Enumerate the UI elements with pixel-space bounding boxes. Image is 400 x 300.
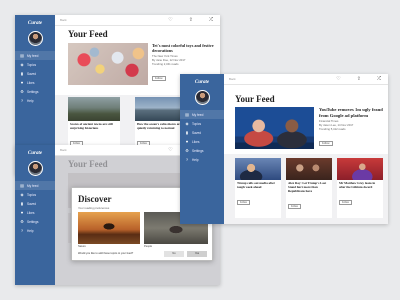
article-image [68, 97, 120, 121]
follow-button[interactable]: Follow [288, 203, 301, 209]
sidebar-nav: ▤ My feed ◈ Topics ▮ Saved ♥ Likes ⚙ Settings… [15, 51, 55, 105]
sidebar-item-my-feed[interactable]: ▤ My feed [15, 51, 55, 60]
bookmark-icon: ▮ [20, 200, 24, 206]
back-button[interactable]: Back [60, 18, 67, 22]
sidebar-item-my-feed[interactable]: ▤ My feed [15, 181, 55, 190]
share-icon[interactable]: ⇪ [189, 17, 193, 23]
sidebar-nav: ▤ My feed ◈ Topics ▮ Saved ♥ Likes ⚙ Settings… [15, 181, 55, 235]
bookmark-icon: ▮ [20, 70, 24, 76]
heart-icon: ♥ [20, 209, 24, 215]
sidebar-item-likes[interactable]: ♥ Likes [15, 208, 55, 217]
lead-meta: The New York Times By Jane Doe, 12 Nov 2… [152, 54, 186, 66]
heart-icon[interactable]: ♡ [168, 17, 172, 23]
article-image [337, 158, 383, 180]
gear-icon: ⚙ [20, 218, 24, 224]
sidebar-item-saved[interactable]: ▮ Saved [15, 69, 55, 78]
sidebar-item-topics[interactable]: ◈ Topics [15, 60, 55, 69]
article-card[interactable]: Mr Matthew Grey leans in after the Lithi… [337, 158, 383, 218]
heart-icon[interactable]: ♡ [168, 147, 172, 153]
yes-button[interactable]: Yes [187, 251, 207, 257]
toolbar: Back ♡ ⇪ ⤮ [224, 74, 388, 85]
brand-logo: Curate [194, 80, 210, 85]
toolbar: Back ♡ ⇪ ⤮ [55, 15, 220, 26]
help-icon: ? [20, 97, 24, 103]
topics-icon: ◈ [20, 61, 24, 67]
avatar[interactable] [194, 90, 210, 105]
sidebar-item-topics[interactable]: ◈ Topics [180, 119, 224, 128]
sidebar-item-settings[interactable]: ⚙ Settings [180, 146, 224, 155]
bookmark-icon: ▮ [185, 129, 189, 135]
page-title: Your Feed [68, 29, 108, 39]
topics-icon: ◈ [20, 191, 24, 197]
sidebar-item-likes[interactable]: ♥ Likes [15, 78, 55, 87]
sidebar-item-settings[interactable]: ⚙ Settings [15, 217, 55, 226]
shuffle-icon[interactable]: ⤮ [209, 17, 213, 23]
help-icon: ? [185, 156, 189, 162]
article-image [286, 158, 332, 180]
follow-button[interactable]: Follow [152, 76, 166, 82]
lead-meta: Financial Times By Jason Lee, 14 Nov 201… [319, 119, 354, 131]
share-icon[interactable]: ⇪ [357, 76, 361, 82]
topics-icon: ◈ [185, 120, 189, 126]
dialog-subtitle: Your reading preferences [78, 206, 110, 210]
avatar[interactable] [27, 31, 43, 46]
lead-headline[interactable]: Tet's most colorful toys and festive dec… [152, 43, 216, 53]
topic-card[interactable] [78, 212, 140, 244]
app-window-feed-news: Curate ▤ My feed ◈ Topics ▮ Saved ♥ Likes ⚙ S… [180, 74, 388, 224]
shuffle-icon[interactable]: ⤮ [377, 76, 381, 82]
sidebar-item-my-feed[interactable]: ▤ My feed [180, 110, 224, 119]
follow-button[interactable]: Follow [339, 199, 352, 205]
article-image [235, 158, 281, 180]
dialog-prompt: Would you like to add these topics to yo… [78, 252, 134, 255]
sidebar-item-help[interactable]: ? Help [180, 155, 224, 164]
feed-icon: ▤ [20, 52, 24, 58]
gear-icon: ⚙ [20, 88, 24, 94]
article-card[interactable]: Alex Ray: Let Trump's Last Stand hurt mo… [286, 158, 332, 218]
heart-icon[interactable]: ♡ [336, 76, 340, 82]
sidebar-item-help[interactable]: ? Help [15, 96, 55, 105]
page-title: Your Feed [235, 94, 275, 104]
feed-icon: ▤ [185, 111, 189, 117]
sidebar-item-help[interactable]: ? Help [15, 226, 55, 235]
lead-article-image[interactable] [235, 107, 314, 149]
back-button[interactable]: Back [229, 77, 236, 81]
topic-label: Nature [78, 245, 86, 248]
sidebar-item-saved[interactable]: ▮ Saved [15, 199, 55, 208]
follow-button[interactable]: Follow [237, 199, 250, 205]
sidebar: Curate ▤ My feed ◈ Topics ▮ Saved ♥ Likes ⚙ S… [180, 74, 224, 224]
sidebar-item-topics[interactable]: ◈ Topics [15, 190, 55, 199]
heart-icon: ♥ [185, 138, 189, 144]
lead-article-text[interactable]: YouTube removes 1m ugly fraud from Googl… [319, 107, 385, 149]
sidebar: Curate ▤ My feed ◈ Topics ▮ Saved ♥ Likes ⚙ S… [15, 145, 55, 285]
follow-button[interactable]: Follow [319, 141, 333, 147]
sidebar-nav: ▤ My feed ◈ Topics ▮ Saved ♥ Likes ⚙ Settings… [180, 110, 224, 164]
sidebar-item-saved[interactable]: ▮ Saved [180, 128, 224, 137]
feed-icon: ▤ [20, 182, 24, 188]
help-icon: ? [20, 227, 24, 233]
no-button[interactable]: No [164, 251, 184, 257]
heart-icon: ♥ [20, 79, 24, 85]
avatar[interactable] [27, 161, 43, 176]
lead-article-image[interactable] [68, 43, 148, 85]
gear-icon: ⚙ [185, 147, 189, 153]
dialog-title: Discover [78, 194, 112, 204]
lead-headline[interactable]: YouTube removes 1m ugly fraud from Googl… [319, 107, 385, 118]
topic-label: People [144, 245, 153, 248]
sidebar-item-settings[interactable]: ⚙ Settings [15, 87, 55, 96]
brand-logo: Curate [27, 21, 43, 26]
back-button[interactable]: Back [60, 148, 67, 152]
article-card[interactable]: Trump calls out media after tough week a… [235, 158, 281, 218]
brand-logo: Curate [27, 151, 43, 156]
sidebar-item-likes[interactable]: ♥ Likes [180, 137, 224, 146]
